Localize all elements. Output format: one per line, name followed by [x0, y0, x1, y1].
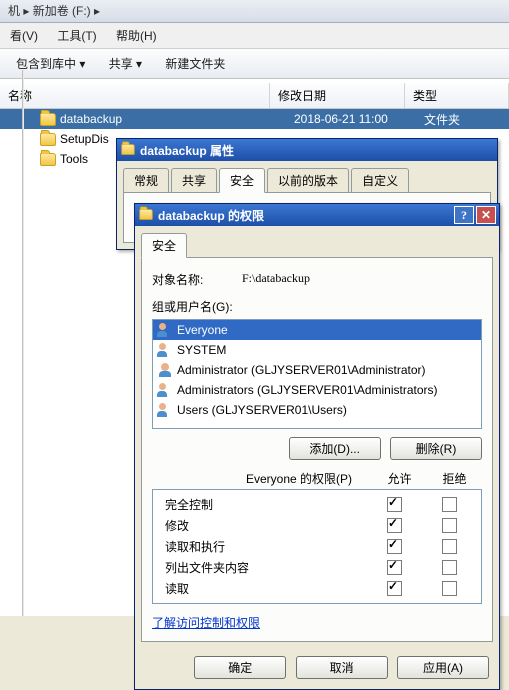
learn-access-control-link[interactable]: 了解访问控制和权限: [152, 616, 260, 630]
permission-row: 完全控制: [157, 494, 477, 515]
tab-sharing[interactable]: 共享: [171, 168, 217, 192]
remove-button[interactable]: 删除(R): [390, 437, 482, 460]
user-icon: [157, 362, 173, 378]
permission-label: 列出文件夹内容: [157, 559, 367, 576]
permissions-for-label: Everyone 的权限(P): [152, 470, 372, 487]
help-button[interactable]: ?: [454, 206, 474, 224]
add-button[interactable]: 添加(D)...: [289, 437, 381, 460]
permissions-titlebar[interactable]: databackup 的权限 ? ✕: [135, 204, 499, 226]
permission-label: 修改: [157, 517, 367, 534]
list-item[interactable]: Users (GLJYSERVER01\Users): [153, 400, 481, 420]
object-name-label: 对象名称:: [152, 271, 242, 288]
permission-label: 读取和执行: [157, 538, 367, 555]
menu-view[interactable]: 看(V): [2, 27, 46, 45]
deny-checkbox[interactable]: [442, 518, 457, 533]
list-item[interactable]: Administrators (GLJYSERVER01\Administrat…: [153, 380, 481, 400]
user-name: Everyone: [177, 323, 228, 337]
permission-label: 读取: [157, 580, 367, 597]
tree-splitter[interactable]: [22, 70, 24, 616]
breadcrumb[interactable]: 机 ▸ 新加卷 (F:) ▸: [0, 0, 509, 23]
ok-button[interactable]: 确定: [194, 656, 286, 679]
deny-checkbox[interactable]: [442, 539, 457, 554]
list-item[interactable]: SYSTEM: [153, 340, 481, 360]
permission-row: 修改: [157, 515, 477, 536]
permission-row: 读取和执行: [157, 536, 477, 557]
group-user-label: 组或用户名(G):: [152, 298, 482, 315]
close-button[interactable]: ✕: [476, 206, 496, 224]
col-date[interactable]: 修改日期: [270, 83, 405, 108]
file-type: 文件夹: [424, 111, 509, 128]
users-icon: [157, 322, 173, 338]
menu-tools[interactable]: 工具(T): [49, 27, 104, 45]
allow-checkbox[interactable]: [387, 539, 402, 554]
deny-checkbox[interactable]: [442, 581, 457, 596]
toolbar-share[interactable]: 共享 ▾: [99, 53, 152, 75]
menu-help[interactable]: 帮助(H): [108, 27, 165, 45]
cancel-button[interactable]: 取消: [296, 656, 388, 679]
table-row[interactable]: databackup 2018-06-21 11:00 文件夹: [0, 109, 509, 129]
allow-checkbox[interactable]: [387, 581, 402, 596]
users-icon: [157, 342, 173, 358]
toolbar-newfolder[interactable]: 新建文件夹: [155, 53, 235, 75]
folder-icon: [120, 141, 136, 159]
col-type[interactable]: 类型: [405, 83, 509, 108]
tab-custom[interactable]: 自定义: [351, 168, 409, 192]
apply-button[interactable]: 应用(A): [397, 656, 489, 679]
allow-checkbox[interactable]: [387, 497, 402, 512]
dialog-title: databackup 的权限: [158, 207, 452, 224]
col-name[interactable]: 名称: [0, 83, 270, 108]
tab-security[interactable]: 安全: [141, 233, 187, 258]
deny-header: 拒绝: [427, 470, 482, 487]
tab-general[interactable]: 常规: [123, 168, 169, 192]
permissions-panel: 对象名称: F:\databackup 组或用户名(G): Everyone S…: [141, 257, 493, 642]
allow-checkbox[interactable]: [387, 518, 402, 533]
folder-icon: [40, 131, 56, 147]
object-path: F:\databackup: [242, 271, 310, 288]
folder-icon: [40, 111, 56, 127]
dialog-buttons: 确定 取消 应用(A): [135, 648, 499, 689]
tab-previous-versions[interactable]: 以前的版本: [267, 168, 349, 192]
user-name: Users (GLJYSERVER01\Users): [177, 403, 347, 417]
tab-security[interactable]: 安全: [219, 168, 265, 193]
properties-titlebar[interactable]: databackup 属性: [117, 139, 497, 161]
permission-row: 列出文件夹内容: [157, 557, 477, 578]
column-headers: 名称 修改日期 类型: [0, 83, 509, 109]
file-date: 2018-06-21 11:00: [294, 112, 424, 126]
users-icon: [157, 402, 173, 418]
users-listbox[interactable]: Everyone SYSTEM Administrator (GLJYSERVE…: [152, 319, 482, 429]
file-name: databackup: [60, 112, 294, 126]
deny-checkbox[interactable]: [442, 497, 457, 512]
permission-row: 读取: [157, 578, 477, 599]
permissions-dialog: databackup 的权限 ? ✕ 安全 对象名称: F:\databacku…: [134, 203, 500, 690]
user-name: Administrators (GLJYSERVER01\Administrat…: [177, 383, 438, 397]
permissions-table: 完全控制修改读取和执行列出文件夹内容读取: [152, 489, 482, 604]
users-icon: [157, 382, 173, 398]
dialog-title: databackup 属性: [140, 142, 494, 159]
toolbar: 包含到库中 ▾ 共享 ▾ 新建文件夹: [0, 49, 509, 79]
folder-icon: [138, 206, 154, 224]
allow-checkbox[interactable]: [387, 560, 402, 575]
toolbar-include[interactable]: 包含到库中 ▾: [6, 53, 95, 75]
deny-checkbox[interactable]: [442, 560, 457, 575]
list-item[interactable]: Everyone: [153, 320, 481, 340]
user-name: Administrator (GLJYSERVER01\Administrato…: [177, 363, 426, 377]
permission-label: 完全控制: [157, 496, 367, 513]
menu-bar: 看(V) 工具(T) 帮助(H): [0, 23, 509, 49]
allow-header: 允许: [372, 470, 427, 487]
folder-icon: [40, 151, 56, 167]
permissions-tabs: 安全: [141, 233, 493, 258]
list-item[interactable]: Administrator (GLJYSERVER01\Administrato…: [153, 360, 481, 380]
properties-tabs: 常规 共享 安全 以前的版本 自定义: [123, 168, 491, 193]
user-name: SYSTEM: [177, 343, 226, 357]
